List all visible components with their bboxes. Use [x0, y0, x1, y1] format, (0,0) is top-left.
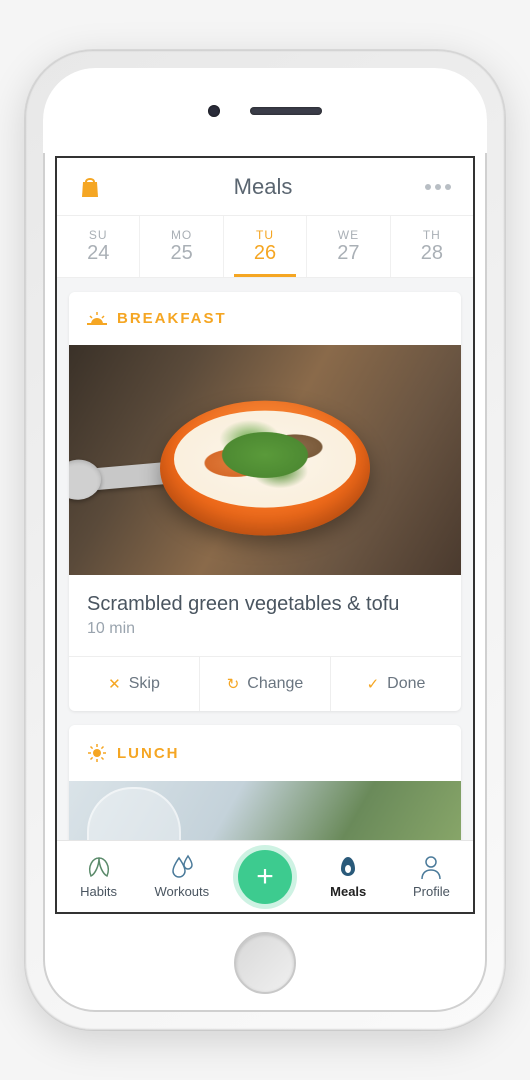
tab-label: Workouts [154, 884, 209, 899]
day-of-week: SU [89, 228, 108, 242]
breakfast-card: BREAKFAST Scrambled green vegetables & t… [69, 292, 461, 711]
day-of-week: MO [171, 228, 192, 242]
tab-label: Profile [413, 884, 450, 899]
done-button[interactable]: ✓ Done [331, 657, 461, 711]
day-of-week: WE [338, 228, 359, 242]
phone-frame: Meals SU 24 MO 25 TU 26 WE 27 [25, 50, 505, 1030]
phone-earpiece-area [43, 68, 487, 153]
refresh-icon: ↻ [227, 675, 240, 693]
droplet-icon [168, 854, 196, 880]
tab-label: Habits [80, 884, 117, 899]
breakfast-header: BREAKFAST [69, 292, 461, 345]
app-screen: Meals SU 24 MO 25 TU 26 WE 27 [55, 156, 475, 914]
skip-button[interactable]: ✕ Skip [69, 657, 200, 711]
day-number: 24 [87, 242, 109, 265]
tab-profile[interactable]: Profile [390, 841, 473, 912]
check-icon: ✓ [367, 675, 380, 693]
change-button[interactable]: ↻ Change [200, 657, 331, 711]
day-tab-mo[interactable]: MO 25 [140, 216, 223, 277]
sunrise-icon [87, 312, 107, 326]
breakfast-time: 10 min [69, 620, 461, 656]
page-title: Meals [234, 174, 293, 200]
day-tab-tu[interactable]: TU 26 [224, 216, 307, 277]
avocado-icon [335, 854, 361, 880]
day-of-week: TH [423, 228, 441, 242]
leaf-icon [85, 854, 113, 880]
tab-add: + [223, 841, 306, 912]
tab-workouts[interactable]: Workouts [140, 841, 223, 912]
profile-icon [418, 854, 444, 880]
lunch-card: LUNCH [69, 725, 461, 840]
lunch-label: LUNCH [117, 745, 180, 762]
camera-dot [208, 105, 220, 117]
more-icon[interactable] [425, 184, 451, 190]
sun-icon [87, 743, 107, 763]
breakfast-actions: ✕ Skip ↻ Change ✓ Done [69, 656, 461, 711]
day-number: 26 [254, 242, 276, 265]
shopping-bag-icon[interactable] [79, 175, 101, 199]
x-icon: ✕ [108, 675, 121, 693]
skip-label: Skip [129, 675, 160, 693]
day-number: 27 [337, 242, 359, 265]
tab-meals[interactable]: Meals [307, 841, 390, 912]
speaker-slot [250, 107, 322, 115]
day-number: 25 [170, 242, 192, 265]
day-tab-su[interactable]: SU 24 [57, 216, 140, 277]
breakfast-image[interactable] [69, 345, 461, 575]
home-button[interactable] [234, 932, 296, 994]
phone-home-area [43, 914, 487, 1012]
day-number: 28 [421, 242, 443, 265]
content-scroll[interactable]: BREAKFAST Scrambled green vegetables & t… [57, 278, 473, 840]
day-tab-we[interactable]: WE 27 [307, 216, 390, 277]
app-header: Meals [57, 158, 473, 216]
breakfast-label: BREAKFAST [117, 310, 227, 327]
lunch-image[interactable] [69, 781, 461, 840]
bottom-tabbar: Habits Workouts + Meals Profile [57, 840, 473, 912]
breakfast-title: Scrambled green vegetables & tofu [69, 575, 461, 620]
food-illustration [190, 415, 340, 495]
done-label: Done [387, 675, 425, 693]
lunch-header: LUNCH [69, 725, 461, 781]
plus-icon: + [256, 860, 274, 894]
day-of-week: TU [256, 228, 274, 242]
day-tab-th[interactable]: TH 28 [391, 216, 473, 277]
day-selector: SU 24 MO 25 TU 26 WE 27 TH 28 [57, 216, 473, 278]
tab-label: Meals [330, 884, 366, 899]
change-label: Change [247, 675, 303, 693]
tab-habits[interactable]: Habits [57, 841, 140, 912]
add-button[interactable]: + [238, 850, 292, 904]
